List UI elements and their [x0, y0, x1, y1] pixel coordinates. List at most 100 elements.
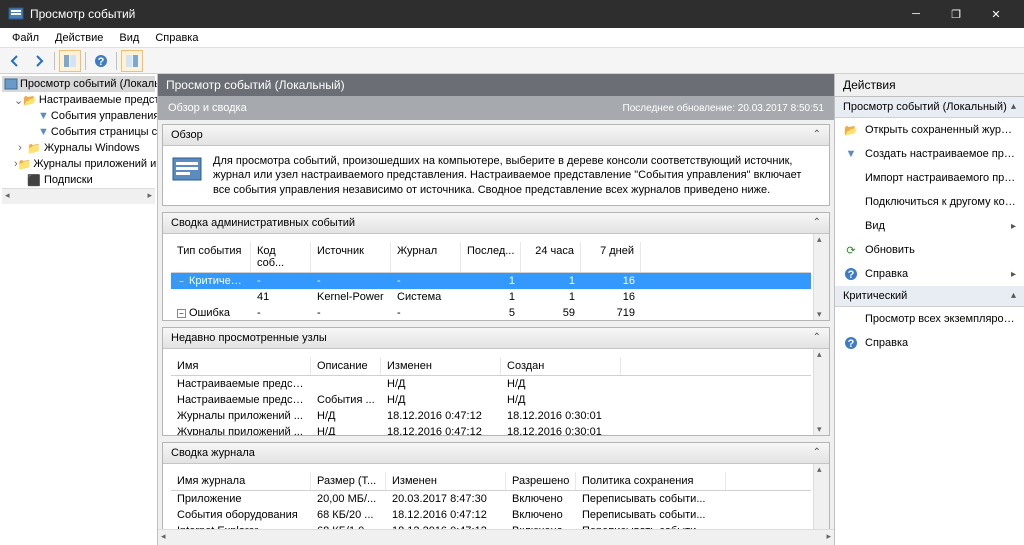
action-group-local[interactable]: Просмотр событий (Локальный) ▴	[835, 97, 1024, 118]
expander-icon[interactable]: ›	[14, 142, 26, 154]
scrollbar[interactable]	[813, 464, 829, 529]
minimize-button[interactable]: ─	[896, 0, 936, 28]
titlebar: Просмотр событий ─ ❐ ✕	[0, 0, 1024, 28]
col-created[interactable]: Создан	[501, 357, 621, 375]
expander-icon[interactable]: ⌄	[14, 94, 23, 107]
tree-root-label: Просмотр событий (Локальный	[20, 78, 158, 90]
col-code[interactable]: Код соб...	[251, 242, 311, 272]
action-connect[interactable]: Подключиться к другому компь...	[835, 190, 1024, 214]
tree-scrollbar[interactable]	[2, 188, 155, 204]
action-label: Вид	[865, 220, 1005, 232]
tree-admin-events[interactable]: ▼ События управления	[2, 108, 155, 124]
menubar: Файл Действие Вид Справка	[0, 28, 1024, 48]
svg-text:?: ?	[98, 56, 105, 68]
action-group-critical[interactable]: Критический ▴	[835, 286, 1024, 307]
col-type[interactable]: Тип события	[171, 242, 251, 272]
action-import-custom[interactable]: Импорт настраиваемого предста...	[835, 166, 1024, 190]
col-name[interactable]: Имя	[171, 357, 311, 375]
chevron-up-icon: ▴	[1011, 290, 1016, 302]
maximize-button[interactable]: ❐	[936, 0, 976, 28]
svg-text:?: ?	[848, 269, 855, 281]
blank-icon	[843, 311, 859, 327]
col-24h[interactable]: 24 часа	[521, 242, 581, 272]
action-label: Справка	[865, 337, 908, 349]
col-source[interactable]: Источник	[311, 242, 391, 272]
collapse-icon: ⌃	[813, 217, 821, 229]
center-scrollbar[interactable]	[158, 529, 834, 545]
app-icon	[8, 6, 24, 22]
filter-icon: ▼	[843, 146, 859, 162]
action-refresh[interactable]: ⟳ Обновить	[835, 238, 1024, 262]
col-desc[interactable]: Описание	[311, 357, 381, 375]
col-logname[interactable]: Имя журнала	[171, 472, 311, 490]
admin-summary-section: Сводка административных событий ⌃ Тип со…	[162, 212, 830, 321]
tree-app-logs[interactable]: › 📁 Журналы приложений и сл	[2, 156, 155, 172]
table-row[interactable]: 41Kernel-PowerСистема1116	[171, 289, 811, 305]
overview-section-head[interactable]: Обзор ⌃	[163, 125, 829, 146]
help-icon: ?	[843, 335, 859, 351]
recent-nodes-head[interactable]: Недавно просмотренные узлы ⌃	[163, 328, 829, 349]
action-create-custom[interactable]: ▼ Создать настраиваемое представ...	[835, 142, 1024, 166]
menu-help[interactable]: Справка	[147, 30, 206, 46]
table-row[interactable]: −Критический---1116	[171, 273, 811, 289]
action-label: Импорт настраиваемого предста...	[865, 172, 1016, 184]
action-view-all[interactable]: Просмотр всех экземпляров этог...	[835, 307, 1024, 331]
close-button[interactable]: ✕	[976, 0, 1016, 28]
menu-action[interactable]: Действие	[47, 30, 111, 46]
tree-applogs-label: Журналы приложений и сл	[33, 158, 158, 170]
help-button[interactable]: ?	[90, 50, 112, 72]
menu-file[interactable]: Файл	[4, 30, 47, 46]
subscriptions-icon: ⬛	[26, 173, 42, 187]
tree-root[interactable]: Просмотр событий (Локальный	[2, 76, 155, 92]
table-row[interactable]: Журналы приложений ...Н/Д18.12.2016 0:47…	[171, 424, 811, 435]
table-row[interactable]: Приложение20,00 МБ/...20.03.2017 8:47:30…	[171, 491, 811, 507]
show-tree-button[interactable]	[59, 50, 81, 72]
center-panel: Просмотр событий (Локальный) Обзор и сво…	[158, 74, 834, 545]
window-title: Просмотр событий	[30, 7, 896, 21]
tree-windows-logs[interactable]: › 📁 Журналы Windows	[2, 140, 155, 156]
table-row[interactable]: Настраиваемые предст...События ...Н/ДН/Д	[171, 392, 811, 408]
tree-custom-views[interactable]: ⌄ 📂 Настраиваемые представл	[2, 92, 155, 108]
filter-icon: ▼	[38, 109, 49, 123]
table-row[interactable]: −Ошибка---559719	[171, 305, 811, 320]
table-row[interactable]: Журналы приложений ...Н/Д18.12.2016 0:47…	[171, 408, 811, 424]
forward-button[interactable]	[28, 50, 50, 72]
col-enabled[interactable]: Разрешено	[506, 472, 576, 490]
action-label: Создать настраиваемое представ...	[865, 148, 1016, 160]
col-7d[interactable]: 7 дней	[581, 242, 641, 272]
admin-summary-title: Сводка административных событий	[171, 217, 355, 229]
log-summary-title: Сводка журнала	[171, 447, 255, 459]
col-last[interactable]: Послед...	[461, 242, 521, 272]
overview-title: Обзор и сводка	[168, 102, 247, 114]
table-row[interactable]: События оборудования68 КБ/20 ...18.12.20…	[171, 507, 811, 523]
action-label: Открыть сохраненный журнал...	[865, 124, 1016, 136]
chevron-up-icon: ▴	[1011, 101, 1016, 113]
col-size[interactable]: Размер (Т...	[311, 472, 386, 490]
action-open-saved[interactable]: 📂 Открыть сохраненный журнал...	[835, 118, 1024, 142]
col-policy[interactable]: Политика сохранения	[576, 472, 726, 490]
action-view-menu[interactable]: Вид ▸	[835, 214, 1024, 238]
log-summary-head[interactable]: Сводка журнала ⌃	[163, 443, 829, 464]
tree-custom-label: Настраиваемые представл	[39, 94, 158, 106]
back-button[interactable]	[4, 50, 26, 72]
scrollbar[interactable]	[813, 234, 829, 320]
table-row[interactable]: Настраиваемые предст...Н/ДН/Д	[171, 376, 811, 392]
show-actions-button[interactable]	[121, 50, 143, 72]
scrollbar[interactable]	[813, 349, 829, 435]
refresh-icon: ⟳	[843, 242, 859, 258]
admin-summary-head[interactable]: Сводка административных событий ⌃	[163, 213, 829, 234]
col-mod[interactable]: Изменен	[381, 357, 501, 375]
tree-page-events[interactable]: ▼ События страницы сво	[2, 124, 155, 140]
log-summary-section: Сводка журнала ⌃ Имя журнала Размер (Т..…	[162, 442, 830, 529]
recent-nodes-title: Недавно просмотренные узлы	[171, 332, 327, 344]
action-help-2[interactable]: ? Справка	[835, 331, 1024, 355]
tree-subscriptions[interactable]: ⬛ Подписки	[2, 172, 155, 188]
collapse-icon: ⌃	[813, 447, 821, 459]
menu-view[interactable]: Вид	[111, 30, 147, 46]
action-label: Просмотр всех экземпляров этог...	[865, 313, 1016, 325]
col-log[interactable]: Журнал	[391, 242, 461, 272]
tree-panel: Просмотр событий (Локальный ⌄ 📂 Настраив…	[0, 74, 158, 545]
action-help[interactable]: ? Справка ▸	[835, 262, 1024, 286]
col-mod[interactable]: Изменен	[386, 472, 506, 490]
folder-icon: 📁	[18, 157, 32, 171]
